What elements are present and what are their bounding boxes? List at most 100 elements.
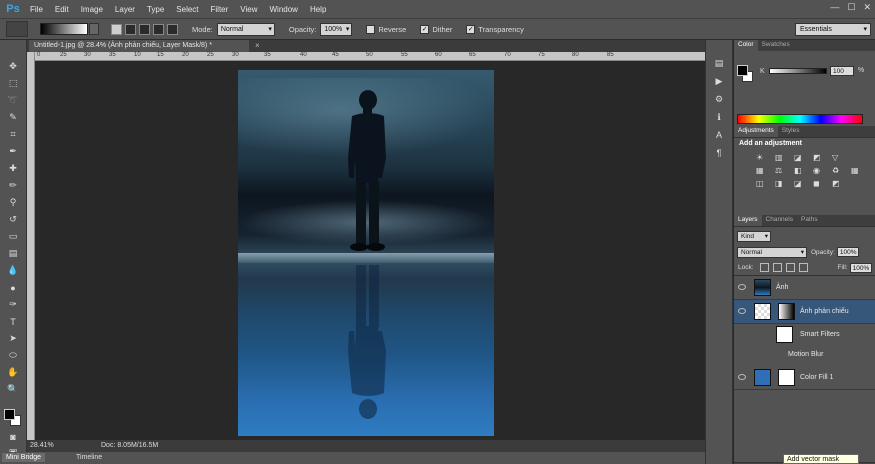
visibility-eye-icon[interactable]: [738, 308, 746, 314]
layer-opacity-field[interactable]: 100%: [836, 247, 859, 257]
color-spectrum[interactable]: [737, 114, 863, 124]
hue-saturation-icon[interactable]: ▦: [756, 166, 770, 175]
quick-mask-icon[interactable]: ◙: [3, 428, 23, 445]
reflected-gradient-button[interactable]: [153, 23, 164, 35]
gradient-preview[interactable]: [40, 23, 88, 35]
tab-layers[interactable]: Layers: [734, 215, 762, 226]
filter-name[interactable]: Motion Blur: [788, 351, 823, 358]
color-lookup-icon[interactable]: ▦: [851, 166, 865, 175]
quick-select-tool-icon[interactable]: ✎: [3, 109, 23, 126]
document-tab[interactable]: Untitled-1.jpg @ 28.4% (Ảnh phản chiếu, …: [29, 40, 249, 52]
threshold-icon[interactable]: ◪: [794, 179, 808, 188]
document-size-info[interactable]: Doc: 8.05M/16.5M: [101, 442, 158, 449]
tab-color[interactable]: Color: [734, 40, 758, 51]
layer-name[interactable]: Ảnh: [776, 284, 788, 291]
k-value-field[interactable]: 100: [830, 66, 854, 76]
levels-icon[interactable]: ▥: [775, 153, 789, 162]
brush-tool-icon[interactable]: ✏: [3, 177, 23, 194]
eraser-tool-icon[interactable]: ▭: [3, 228, 23, 245]
tab-paths[interactable]: Paths: [797, 215, 822, 226]
tool-preset-picker[interactable]: [6, 21, 28, 37]
info-panel-icon[interactable]: ℹ: [712, 110, 726, 124]
visibility-eye-icon[interactable]: [738, 284, 746, 290]
marquee-tool-icon[interactable]: ⬚: [3, 75, 23, 92]
radial-gradient-button[interactable]: [125, 23, 136, 35]
pen-tool-icon[interactable]: ✑: [3, 296, 23, 313]
menu-file[interactable]: File: [24, 5, 49, 14]
menu-filter[interactable]: Filter: [205, 5, 235, 14]
lock-pixels-icon[interactable]: [759, 263, 769, 272]
gradient-tool-icon[interactable]: ▤: [3, 245, 23, 262]
menu-image[interactable]: Image: [75, 5, 109, 14]
tab-swatches[interactable]: Swatches: [758, 40, 794, 51]
layer-mask-thumbnail[interactable]: [778, 369, 795, 386]
gradient-picker-arrow[interactable]: [89, 23, 99, 35]
fill-field[interactable]: 100%: [849, 262, 872, 273]
layer-name[interactable]: Color Fill 1: [800, 374, 833, 381]
move-tool-icon[interactable]: ✥: [3, 58, 23, 75]
k-slider[interactable]: [769, 68, 827, 74]
invert-icon[interactable]: ◫: [756, 179, 770, 188]
character-panel-icon[interactable]: A: [712, 128, 726, 142]
posterize-icon[interactable]: ◨: [775, 179, 789, 188]
diamond-gradient-button[interactable]: [167, 23, 178, 35]
history-brush-tool-icon[interactable]: ↺: [3, 211, 23, 228]
path-selection-tool-icon[interactable]: ➤: [3, 330, 23, 347]
paragraph-panel-icon[interactable]: ¶: [712, 146, 726, 160]
curves-icon[interactable]: ◪: [794, 153, 808, 162]
exposure-icon[interactable]: ◩: [813, 153, 827, 162]
zoom-tool-icon[interactable]: 🔍: [3, 381, 23, 398]
clone-stamp-tool-icon[interactable]: ⚲: [3, 194, 23, 211]
blend-mode-dropdown[interactable]: Normal: [737, 246, 807, 258]
linear-gradient-button[interactable]: [111, 23, 122, 35]
opacity-field[interactable]: 100%: [320, 22, 353, 36]
tab-timeline[interactable]: Timeline: [72, 453, 106, 462]
kind-filter-dropdown[interactable]: Kind: [737, 230, 771, 242]
lasso-tool-icon[interactable]: ➰: [3, 92, 23, 109]
crop-tool-icon[interactable]: ⌗: [3, 126, 23, 143]
vibrance-icon[interactable]: ▽: [832, 153, 846, 162]
menu-layer[interactable]: Layer: [109, 5, 141, 14]
shape-tool-icon[interactable]: ⬭: [3, 347, 23, 364]
gradient-map-icon[interactable]: ◩: [832, 179, 846, 188]
tab-adjustments[interactable]: Adjustments: [734, 126, 778, 137]
canvas-area[interactable]: [35, 61, 705, 440]
blur-tool-icon[interactable]: 💧: [3, 262, 23, 279]
color-balance-icon[interactable]: ⚖: [775, 166, 789, 175]
close-icon[interactable]: ✕: [863, 2, 871, 13]
menu-edit[interactable]: Edit: [49, 5, 75, 14]
angle-gradient-button[interactable]: [139, 23, 150, 35]
workspace-dropdown[interactable]: Essentials: [795, 23, 871, 36]
layer-row-selected[interactable]: Ảnh phản chiếu: [734, 300, 875, 324]
menu-view[interactable]: View: [234, 5, 263, 14]
lock-all-icon[interactable]: [798, 263, 808, 272]
layer-mask-thumbnail[interactable]: [778, 303, 795, 320]
channel-mixer-icon[interactable]: ♻: [832, 166, 846, 175]
dither-checkbox[interactable]: ✓: [420, 24, 430, 34]
menu-select[interactable]: Select: [170, 5, 204, 14]
lock-position-icon[interactable]: [785, 263, 795, 272]
type-tool-icon[interactable]: T: [3, 313, 23, 330]
document-image[interactable]: [238, 70, 494, 436]
layer-row[interactable]: Ảnh: [734, 276, 875, 300]
foreground-color-swatch[interactable]: [4, 409, 15, 420]
lock-image-icon[interactable]: [772, 263, 782, 272]
properties-panel-icon[interactable]: ⚙: [712, 92, 726, 106]
mode-dropdown[interactable]: Normal: [216, 22, 275, 36]
photo-filter-icon[interactable]: ◉: [813, 166, 827, 175]
actions-panel-icon[interactable]: ▶: [712, 74, 726, 88]
menu-help[interactable]: Help: [304, 5, 332, 14]
reverse-checkbox[interactable]: [366, 24, 376, 34]
zoom-level[interactable]: 28.41%: [30, 442, 54, 449]
smart-filters-row[interactable]: Smart Filters: [734, 324, 875, 345]
transparency-checkbox[interactable]: ✓: [466, 24, 476, 34]
dodge-tool-icon[interactable]: ●: [3, 279, 23, 296]
history-panel-icon[interactable]: ▤: [712, 56, 726, 70]
visibility-eye-icon[interactable]: [738, 374, 746, 380]
tab-styles[interactable]: Styles: [778, 126, 804, 137]
motion-blur-row[interactable]: Motion Blur: [734, 345, 875, 366]
layer-row[interactable]: Color Fill 1: [734, 366, 875, 390]
menu-type[interactable]: Type: [141, 5, 170, 14]
close-document-icon[interactable]: ×: [255, 41, 260, 50]
tab-mini-bridge[interactable]: Mini Bridge: [2, 453, 46, 462]
